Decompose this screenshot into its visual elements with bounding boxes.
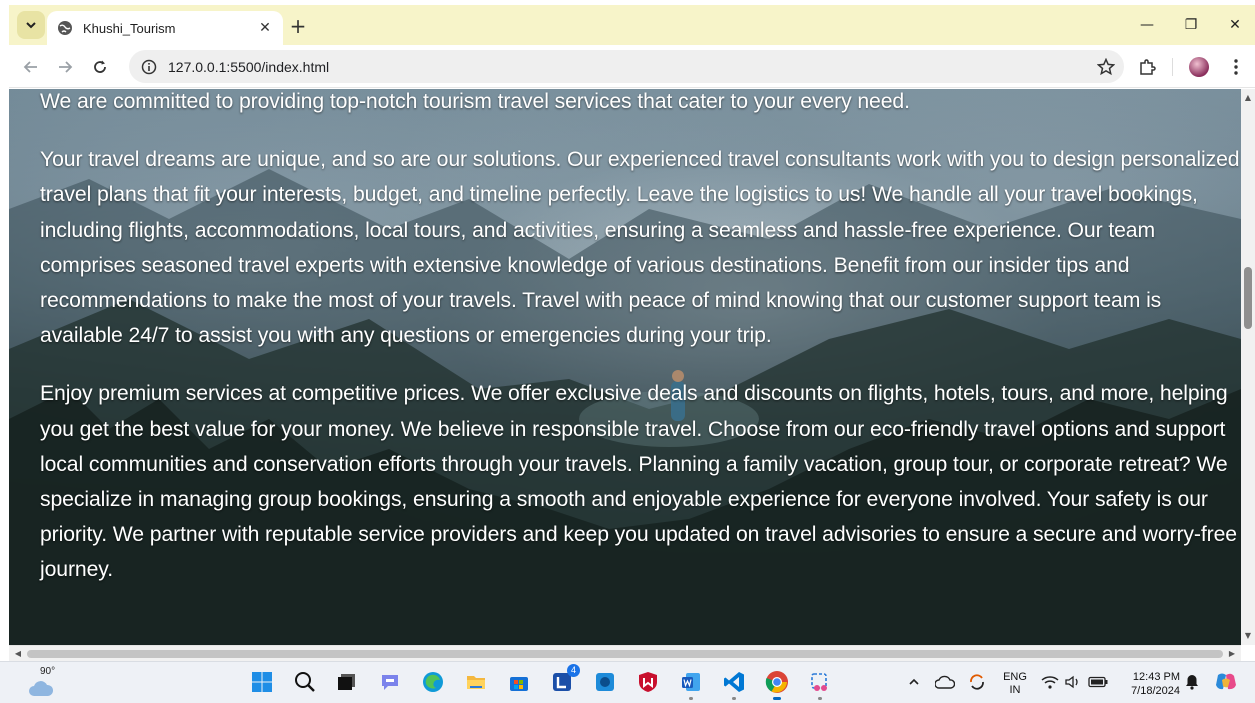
browser-menu-button[interactable] — [1223, 54, 1249, 80]
teams-icon — [382, 675, 398, 690]
mcafee-button[interactable] — [633, 667, 663, 697]
forward-button[interactable] — [52, 54, 78, 80]
services-paragraph: Your travel dreams are unique, and so ar… — [40, 148, 1240, 348]
windows-taskbar: 90° 4 ENG IN 12:43 PM 7/18/2024 — [0, 661, 1255, 703]
battery-icon — [1088, 676, 1108, 688]
tab-title: Khushi_Tourism — [83, 20, 176, 36]
page-viewport: We are committed to providing top-notch … — [9, 89, 1241, 645]
reload-button[interactable] — [87, 54, 113, 80]
vertical-scrollbar[interactable]: ▲ ▼ — [1241, 89, 1255, 645]
puzzle-icon — [1140, 59, 1156, 75]
cloud-icon — [29, 681, 54, 696]
restore-button[interactable]: ❐ — [1169, 5, 1213, 45]
onedrive-tray-button[interactable] — [934, 672, 956, 692]
battery-tray-button[interactable] — [1087, 672, 1109, 692]
toolbar-separator — [1172, 58, 1173, 76]
app-icon — [596, 673, 614, 691]
teams-chat-button[interactable] — [375, 667, 405, 697]
word-button[interactable] — [676, 667, 706, 700]
taskbar-search-button[interactable] — [290, 667, 320, 697]
scroll-left-arrow-icon[interactable]: ◀ — [11, 646, 25, 662]
input-language-indicator[interactable]: ENG IN — [1000, 671, 1030, 697]
weather-temperature: 90° — [40, 666, 56, 677]
file-explorer-button[interactable] — [461, 667, 491, 697]
browser-toolbar: 127.0.0.1:5500/index.html — [9, 45, 1255, 88]
address-bar[interactable]: 127.0.0.1:5500/index.html — [129, 50, 1124, 83]
scroll-down-arrow-icon[interactable]: ▼ — [1241, 629, 1255, 643]
chevron-down-icon — [26, 22, 36, 29]
scroll-right-arrow-icon[interactable]: ▶ — [1225, 646, 1239, 662]
horizontal-scroll-thumb[interactable] — [27, 650, 1223, 658]
word-icon — [682, 673, 700, 691]
minimize-button[interactable]: — — [1125, 5, 1169, 45]
close-window-button[interactable]: ✕ — [1213, 5, 1255, 45]
tab-khushi-tourism[interactable]: Khushi_Tourism ✕ — [47, 11, 283, 45]
start-button[interactable] — [247, 667, 277, 697]
system-clock[interactable]: 12:43 PM 7/18/2024 — [1118, 670, 1180, 698]
extensions-button[interactable] — [1134, 54, 1160, 80]
task-view-button[interactable] — [332, 667, 362, 697]
clock-date: 7/18/2024 — [1131, 685, 1180, 697]
horizontal-scrollbar[interactable]: ◀ ▶ — [9, 645, 1241, 661]
scissors-icon — [811, 673, 827, 691]
arrow-right-icon — [59, 61, 73, 73]
microsoft-store-button[interactable] — [504, 667, 534, 697]
blue-app-button[interactable] — [590, 667, 620, 697]
tab-close-icon[interactable]: ✕ — [257, 20, 273, 36]
speaker-icon — [1065, 675, 1078, 689]
sync-tray-button[interactable] — [966, 672, 988, 692]
globe-icon — [57, 20, 73, 36]
chrome-icon — [765, 671, 788, 693]
new-tab-button[interactable]: + — [285, 13, 311, 39]
page-content: We are committed to providing top-notch … — [40, 89, 1240, 611]
clock-time: 12:43 PM — [1132, 671, 1180, 683]
windows-logo-icon — [252, 672, 272, 692]
search-icon — [295, 672, 315, 692]
language-code: ENG — [1003, 671, 1027, 683]
wifi-tray-button[interactable] — [1040, 672, 1060, 692]
edge-icon — [423, 672, 443, 692]
tab-search-button[interactable] — [17, 11, 45, 39]
arrow-left-icon — [23, 61, 37, 73]
url-text[interactable]: 127.0.0.1:5500/index.html — [168, 59, 1096, 75]
reload-icon — [94, 60, 106, 73]
show-hidden-icons-button[interactable] — [904, 672, 924, 692]
back-button[interactable] — [18, 54, 44, 80]
kebab-menu-icon — [1234, 59, 1238, 75]
bell-icon — [1186, 675, 1198, 690]
copilot-button[interactable] — [1213, 672, 1239, 692]
scroll-up-arrow-icon[interactable]: ▲ — [1241, 91, 1255, 105]
folder-icon — [467, 676, 485, 689]
vertical-scroll-thumb[interactable] — [1244, 267, 1252, 329]
notification-badge: 4 — [567, 664, 580, 677]
profile-avatar[interactable] — [1186, 54, 1212, 80]
weather-widget[interactable]: 90° — [28, 666, 58, 698]
onedrive-cloud-icon — [935, 675, 955, 689]
snipping-tool-button[interactable] — [805, 667, 835, 700]
chrome-button[interactable] — [762, 667, 792, 700]
volume-tray-button[interactable] — [1063, 672, 1083, 692]
vscode-button[interactable] — [719, 667, 749, 700]
notifications-button[interactable] — [1182, 672, 1202, 692]
wifi-icon — [1041, 676, 1059, 689]
browser-titlebar: Khushi_Tourism ✕ + — ❐ ✕ — [9, 5, 1255, 45]
language-region: IN — [1009, 684, 1021, 696]
chevron-up-icon — [909, 678, 919, 685]
avatar — [1189, 57, 1209, 77]
bookmark-star-icon[interactable] — [1096, 57, 1116, 77]
copilot-icon — [1216, 673, 1236, 690]
mcafee-shield-icon — [639, 672, 657, 692]
edge-button[interactable] — [418, 667, 448, 697]
sync-icon — [970, 674, 984, 690]
intro-paragraph: We are committed to providing top-notch … — [40, 90, 910, 113]
premium-paragraph: Enjoy premium services at competitive pr… — [40, 382, 1237, 582]
store-icon — [510, 677, 528, 691]
task-view-icon — [338, 674, 355, 690]
vscode-icon — [724, 672, 744, 692]
site-info-icon[interactable] — [141, 59, 157, 75]
lens-app-button[interactable]: 4 — [547, 664, 580, 697]
